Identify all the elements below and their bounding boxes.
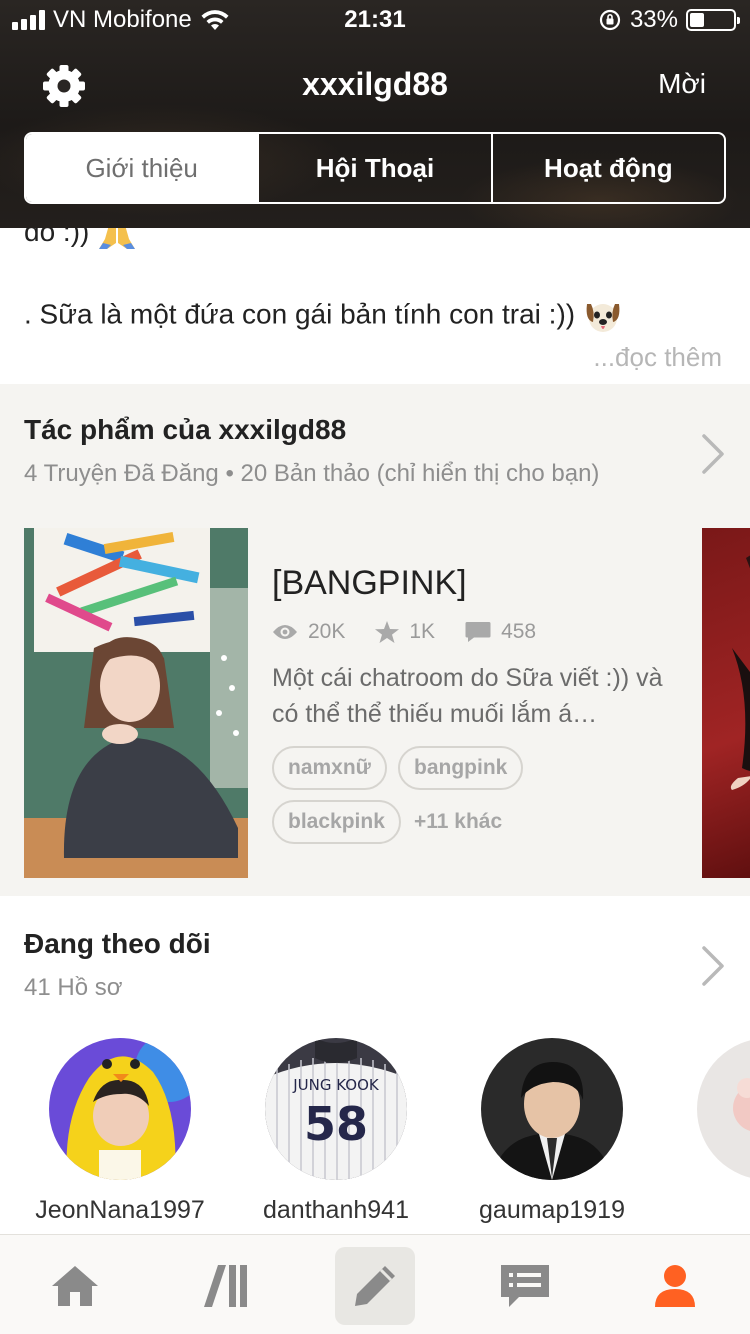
profile-name[interactable]: gaumap1919: [447, 1196, 657, 1225]
profile-icon: [655, 1265, 695, 1307]
avatar-image: [481, 1038, 623, 1180]
tab-about[interactable]: Giới thiệu: [26, 134, 258, 202]
messages-icon: [501, 1265, 549, 1307]
profile-username: xxxilgd88: [302, 66, 448, 102]
avatar[interactable]: [697, 1038, 750, 1180]
status-bar: VN Mobifone 21:31 33%: [0, 0, 750, 40]
jersey-number-text: 58: [304, 1097, 368, 1151]
bio-section: do :)) . Sữa là một đứa con gái bản tính…: [0, 228, 750, 384]
avatar[interactable]: [49, 1038, 191, 1180]
profile-tab[interactable]: [635, 1247, 715, 1325]
story-stats: 20K 1K 458: [272, 620, 566, 644]
bio-line-1: do :)): [24, 228, 137, 251]
story-description: Một cái chatroom do Sữa viết :)) và có t…: [272, 664, 663, 728]
praying-hands-icon: [99, 228, 136, 249]
profile-header: VN Mobifone 21:31 33% xxxilgd88 Mời Giới…: [0, 0, 750, 228]
avatar-image: [49, 1038, 191, 1180]
comments-count: 458: [501, 620, 537, 643]
profile-name[interactable]: JeonNana1997: [15, 1196, 225, 1225]
following-title[interactable]: Đang theo dõi: [24, 928, 211, 960]
works-section: Tác phẩm của xxxilgd88 4 Truyện Đã Đăng …: [0, 384, 750, 896]
story-title[interactable]: [BANGPINK]: [272, 564, 467, 603]
battery-percent: 33%: [629, 6, 678, 33]
read-more-link[interactable]: ...đọc thêm: [593, 342, 722, 373]
tag-chip[interactable]: blackpink: [272, 800, 401, 844]
votes-count: 1K: [409, 620, 436, 643]
tab-activity[interactable]: Hoạt động: [490, 134, 724, 202]
comment-icon: [465, 622, 491, 642]
works-title[interactable]: Tác phẩm của xxxilgd88: [24, 414, 346, 446]
bio-line-1-text: do :)): [24, 228, 90, 247]
messages-tab[interactable]: [485, 1247, 565, 1325]
tab-conversations[interactable]: Hội Thoại: [257, 134, 490, 202]
bio-line-2: . Sữa là một đứa con gái bản tính con tr…: [24, 298, 623, 334]
votes-stat: 1K: [375, 620, 435, 644]
avatar[interactable]: JUNG KOOK 58: [265, 1038, 407, 1180]
following-count: 41 Hồ sơ: [24, 974, 123, 1001]
bio-line-2-text: . Sữa là một đứa con gái bản tính con tr…: [24, 298, 576, 330]
star-icon: [375, 621, 400, 643]
tag-chip[interactable]: namxnữ: [272, 746, 387, 790]
orientation-lock-icon: [599, 9, 621, 31]
chevron-right-icon[interactable]: [698, 432, 728, 476]
library-tab[interactable]: [186, 1247, 266, 1325]
profile-tabs: Giới thiệu Hội Thoại Hoạt động: [24, 132, 726, 204]
tag-chip[interactable]: bangpink: [398, 746, 524, 790]
header-nav: xxxilgd88 Mời: [0, 50, 750, 120]
battery-icon: [686, 9, 740, 31]
chevron-right-icon[interactable]: [698, 944, 728, 988]
profile-name[interactable]: danthanh941: [231, 1196, 441, 1225]
write-tab[interactable]: [335, 1247, 415, 1325]
following-section: Đang theo dõi 41 Hồ sơ JeonNana1997 JUNG…: [0, 896, 750, 1236]
battery-level: [690, 13, 704, 27]
next-story-cover-art: [730, 555, 750, 790]
home-tab[interactable]: [35, 1247, 115, 1325]
library-icon: [204, 1265, 247, 1307]
jersey-name-text: JUNG KOOK: [292, 1076, 380, 1094]
bottom-navigation: [0, 1234, 750, 1334]
invite-button[interactable]: Mời: [658, 68, 706, 100]
status-right: 33%: [598, 6, 740, 34]
following-profile[interactable]: gaumap1919: [447, 1038, 657, 1225]
home-icon: [52, 1266, 98, 1306]
avatar-image: JUNG KOOK 58: [265, 1038, 407, 1180]
dog-face-icon: [586, 304, 620, 332]
comments-stat: 458: [465, 620, 536, 644]
avatar-image: [697, 1038, 750, 1180]
views-count: 20K: [308, 620, 346, 643]
profile-name[interactable]: _K: [663, 1196, 750, 1225]
eye-icon: [273, 625, 297, 639]
write-icon: [355, 1266, 395, 1306]
more-tags-link[interactable]: +11 khác: [414, 800, 502, 844]
story-cover-image[interactable]: [24, 528, 248, 878]
avatar[interactable]: [481, 1038, 623, 1180]
following-profile[interactable]: JUNG KOOK 58 danthanh941: [231, 1038, 441, 1225]
works-subtitle: 4 Truyện Đã Đăng • 20 Bản thảo (chỉ hiển…: [24, 460, 600, 487]
next-story-cover-image[interactable]: [702, 528, 750, 878]
following-profile[interactable]: JeonNana1997: [15, 1038, 225, 1225]
following-profile[interactable]: _K: [663, 1038, 750, 1225]
views-stat: 20K: [272, 620, 345, 644]
story-cover-art: [24, 528, 248, 878]
